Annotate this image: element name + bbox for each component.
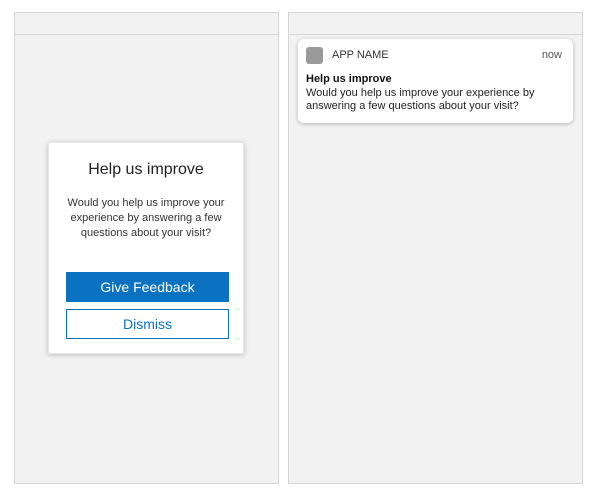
feedback-dialog: Help us improve Would you help us improv… bbox=[48, 142, 244, 354]
status-bar bbox=[289, 13, 582, 35]
phone-screen-notification: APP NAME now Help us improve Would you h… bbox=[288, 12, 583, 484]
notification-app-name: APP NAME bbox=[332, 49, 389, 61]
status-bar bbox=[15, 13, 278, 35]
notification-message: Would you help us improve your experienc… bbox=[306, 87, 535, 112]
notification-time: now bbox=[541, 49, 562, 61]
dismiss-button[interactable]: Dismiss bbox=[66, 309, 229, 339]
dialog-message: Would you help us improve your experienc… bbox=[67, 197, 225, 239]
phone-screen-dialog: Help us improve Would you help us improv… bbox=[14, 12, 279, 484]
dialog-title: Help us improve bbox=[88, 161, 204, 178]
notification-title: Help us improve bbox=[306, 73, 392, 85]
give-feedback-button[interactable]: Give Feedback bbox=[66, 272, 229, 302]
app-icon bbox=[306, 47, 323, 64]
feedback-notification[interactable]: APP NAME now Help us improve Would you h… bbox=[298, 39, 573, 123]
